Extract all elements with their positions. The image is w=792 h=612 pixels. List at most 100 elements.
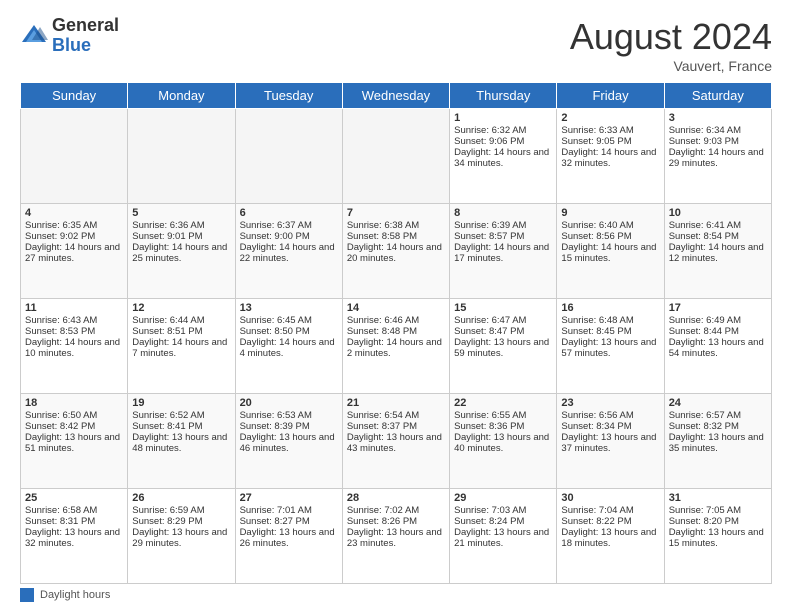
day-number: 10 — [669, 207, 767, 219]
legend-box — [20, 588, 34, 602]
daylight-text: Daylight: 13 hours and 46 minutes. — [240, 432, 335, 454]
daylight-text: Daylight: 13 hours and 37 minutes. — [561, 432, 656, 454]
sunrise-text: Sunrise: 7:01 AM — [240, 505, 312, 516]
daylight-text: Daylight: 13 hours and 23 minutes. — [347, 527, 442, 549]
daylight-text: Daylight: 14 hours and 4 minutes. — [240, 337, 335, 359]
calendar-dow-friday: Friday — [557, 83, 664, 109]
sunset-text: Sunset: 8:48 PM — [347, 326, 417, 337]
calendar-cell-20: 20Sunrise: 6:53 AMSunset: 8:39 PMDayligh… — [235, 394, 342, 489]
sunrise-text: Sunrise: 6:34 AM — [669, 125, 741, 136]
footer: Daylight hours — [20, 588, 772, 602]
calendar-cell-19: 19Sunrise: 6:52 AMSunset: 8:41 PMDayligh… — [128, 394, 235, 489]
calendar-table: SundayMondayTuesdayWednesdayThursdayFrid… — [20, 82, 772, 584]
sunrise-text: Sunrise: 7:04 AM — [561, 505, 633, 516]
sunrise-text: Sunrise: 6:47 AM — [454, 315, 526, 326]
daylight-text: Daylight: 14 hours and 32 minutes. — [561, 147, 656, 169]
calendar-dow-sunday: Sunday — [21, 83, 128, 109]
calendar-dow-wednesday: Wednesday — [342, 83, 449, 109]
calendar-cell-5: 5Sunrise: 6:36 AMSunset: 9:01 PMDaylight… — [128, 204, 235, 299]
sunrise-text: Sunrise: 6:38 AM — [347, 220, 419, 231]
sunrise-text: Sunrise: 6:36 AM — [132, 220, 204, 231]
sunrise-text: Sunrise: 6:32 AM — [454, 125, 526, 136]
calendar-dow-monday: Monday — [128, 83, 235, 109]
logo-blue-text: Blue — [52, 35, 91, 55]
sunset-text: Sunset: 8:31 PM — [25, 516, 95, 527]
day-number: 27 — [240, 492, 338, 504]
title-block: August 2024 Vauvert, France — [570, 16, 772, 74]
sunrise-text: Sunrise: 6:58 AM — [25, 505, 97, 516]
sunset-text: Sunset: 8:20 PM — [669, 516, 739, 527]
calendar-cell-30: 30Sunrise: 7:04 AMSunset: 8:22 PMDayligh… — [557, 489, 664, 584]
calendar-dow-thursday: Thursday — [450, 83, 557, 109]
sunset-text: Sunset: 8:57 PM — [454, 231, 524, 242]
sunrise-text: Sunrise: 6:56 AM — [561, 410, 633, 421]
daylight-text: Daylight: 13 hours and 35 minutes. — [669, 432, 764, 454]
day-number: 31 — [669, 492, 767, 504]
sunrise-text: Sunrise: 6:53 AM — [240, 410, 312, 421]
day-number: 3 — [669, 112, 767, 124]
day-number: 13 — [240, 302, 338, 314]
sunrise-text: Sunrise: 6:39 AM — [454, 220, 526, 231]
calendar-cell-empty — [21, 109, 128, 204]
calendar-cell-24: 24Sunrise: 6:57 AMSunset: 8:32 PMDayligh… — [664, 394, 771, 489]
daylight-text: Daylight: 13 hours and 54 minutes. — [669, 337, 764, 359]
day-number: 8 — [454, 207, 552, 219]
calendar-cell-22: 22Sunrise: 6:55 AMSunset: 8:36 PMDayligh… — [450, 394, 557, 489]
calendar-week-1: 4Sunrise: 6:35 AMSunset: 9:02 PMDaylight… — [21, 204, 772, 299]
location: Vauvert, France — [570, 58, 772, 74]
sunrise-text: Sunrise: 6:54 AM — [347, 410, 419, 421]
sunset-text: Sunset: 8:51 PM — [132, 326, 202, 337]
daylight-text: Daylight: 13 hours and 51 minutes. — [25, 432, 120, 454]
sunrise-text: Sunrise: 6:37 AM — [240, 220, 312, 231]
sunrise-text: Sunrise: 6:48 AM — [561, 315, 633, 326]
sunset-text: Sunset: 8:58 PM — [347, 231, 417, 242]
sunrise-text: Sunrise: 6:59 AM — [132, 505, 204, 516]
calendar-cell-empty — [342, 109, 449, 204]
daylight-text: Daylight: 13 hours and 15 minutes. — [669, 527, 764, 549]
sunset-text: Sunset: 9:05 PM — [561, 136, 631, 147]
daylight-text: Daylight: 14 hours and 25 minutes. — [132, 242, 227, 264]
sunrise-text: Sunrise: 7:02 AM — [347, 505, 419, 516]
calendar-cell-28: 28Sunrise: 7:02 AMSunset: 8:26 PMDayligh… — [342, 489, 449, 584]
calendar-cell-31: 31Sunrise: 7:05 AMSunset: 8:20 PMDayligh… — [664, 489, 771, 584]
calendar-cell-1: 1Sunrise: 6:32 AMSunset: 9:06 PMDaylight… — [450, 109, 557, 204]
day-number: 23 — [561, 397, 659, 409]
daylight-text: Daylight: 14 hours and 27 minutes. — [25, 242, 120, 264]
calendar-cell-15: 15Sunrise: 6:47 AMSunset: 8:47 PMDayligh… — [450, 299, 557, 394]
sunset-text: Sunset: 9:01 PM — [132, 231, 202, 242]
daylight-text: Daylight: 14 hours and 34 minutes. — [454, 147, 549, 169]
day-number: 20 — [240, 397, 338, 409]
calendar-dow-saturday: Saturday — [664, 83, 771, 109]
calendar-cell-17: 17Sunrise: 6:49 AMSunset: 8:44 PMDayligh… — [664, 299, 771, 394]
daylight-text: Daylight: 14 hours and 17 minutes. — [454, 242, 549, 264]
day-number: 21 — [347, 397, 445, 409]
sunrise-text: Sunrise: 6:44 AM — [132, 315, 204, 326]
calendar-week-3: 18Sunrise: 6:50 AMSunset: 8:42 PMDayligh… — [21, 394, 772, 489]
sunrise-text: Sunrise: 7:03 AM — [454, 505, 526, 516]
day-number: 6 — [240, 207, 338, 219]
legend-label: Daylight hours — [40, 589, 110, 601]
month-year: August 2024 — [570, 16, 772, 58]
day-number: 12 — [132, 302, 230, 314]
day-number: 14 — [347, 302, 445, 314]
day-number: 29 — [454, 492, 552, 504]
day-number: 30 — [561, 492, 659, 504]
sunrise-text: Sunrise: 6:45 AM — [240, 315, 312, 326]
daylight-text: Daylight: 14 hours and 7 minutes. — [132, 337, 227, 359]
calendar-cell-18: 18Sunrise: 6:50 AMSunset: 8:42 PMDayligh… — [21, 394, 128, 489]
calendar-dow-tuesday: Tuesday — [235, 83, 342, 109]
calendar-cell-26: 26Sunrise: 6:59 AMSunset: 8:29 PMDayligh… — [128, 489, 235, 584]
day-number: 24 — [669, 397, 767, 409]
sunset-text: Sunset: 8:56 PM — [561, 231, 631, 242]
sunset-text: Sunset: 9:02 PM — [25, 231, 95, 242]
calendar-cell-10: 10Sunrise: 6:41 AMSunset: 8:54 PMDayligh… — [664, 204, 771, 299]
day-number: 9 — [561, 207, 659, 219]
sunset-text: Sunset: 8:44 PM — [669, 326, 739, 337]
calendar-cell-7: 7Sunrise: 6:38 AMSunset: 8:58 PMDaylight… — [342, 204, 449, 299]
sunset-text: Sunset: 8:26 PM — [347, 516, 417, 527]
page: General Blue August 2024 Vauvert, France… — [0, 0, 792, 612]
daylight-text: Daylight: 14 hours and 12 minutes. — [669, 242, 764, 264]
day-number: 1 — [454, 112, 552, 124]
sunrise-text: Sunrise: 6:49 AM — [669, 315, 741, 326]
day-number: 15 — [454, 302, 552, 314]
